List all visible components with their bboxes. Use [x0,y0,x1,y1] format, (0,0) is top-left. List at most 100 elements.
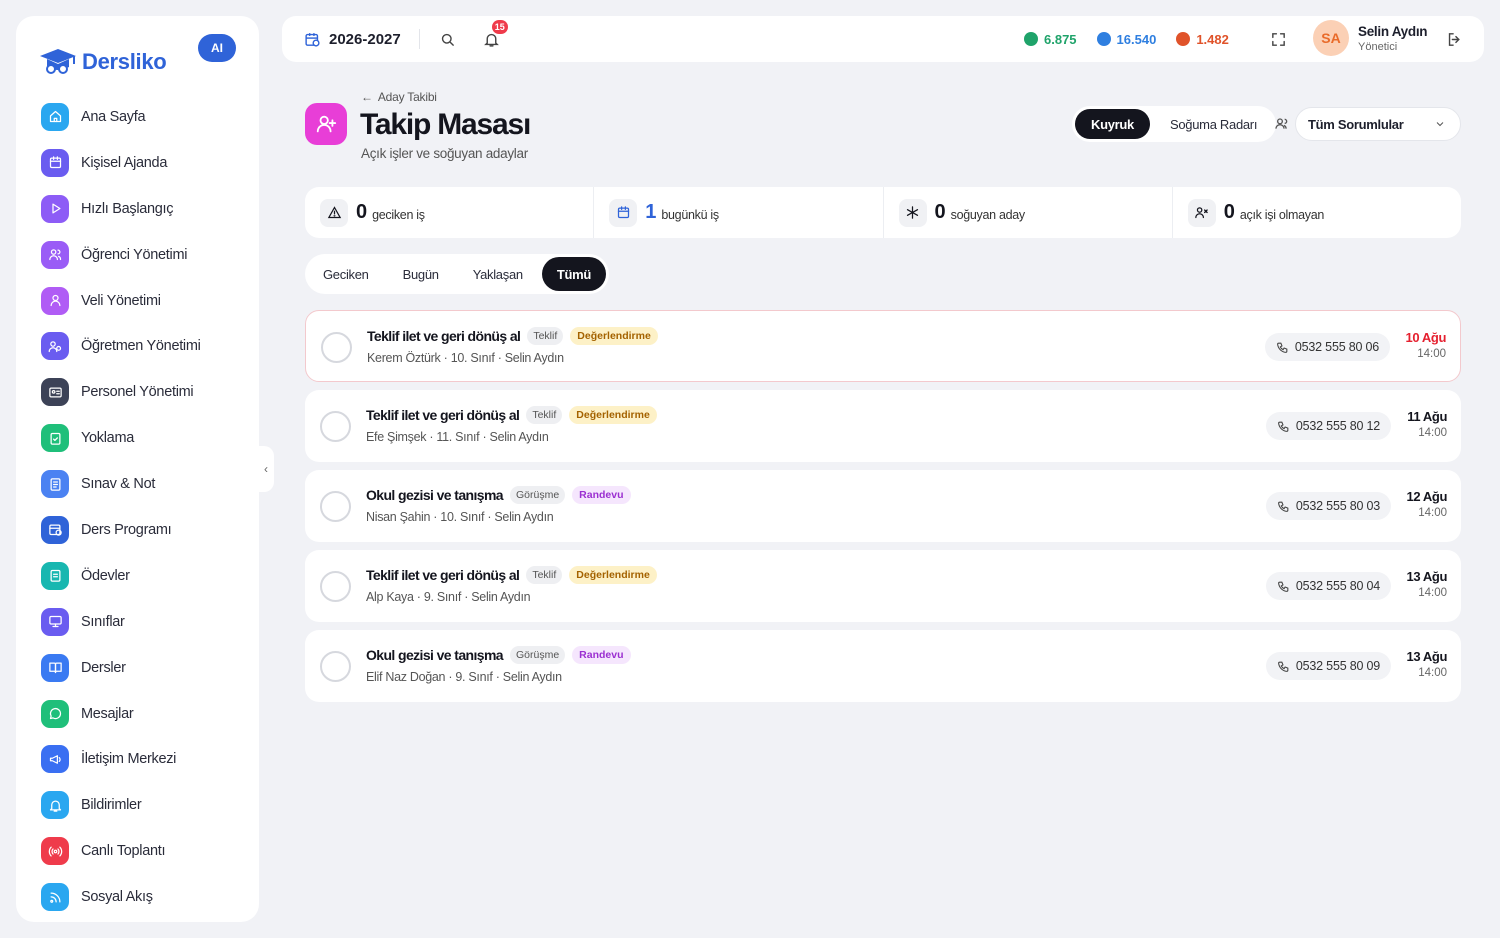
points-stat-value: 16.540 [1116,31,1157,47]
summary-bar: 0 geciken iş 1 bugünkü iş 0 soğuyan aday 0 açık… [305,187,1461,238]
task-type-tag: Teklif [526,566,563,584]
sidebar-item-personel-yonetimi[interactable]: Personel Yönetimi [16,369,259,415]
breadcrumb[interactable]: ← Aday Takibi [361,90,437,104]
task-complete-checkbox[interactable] [321,332,352,363]
sidebar-item-label: Yoklama [81,430,134,447]
call-phone-button[interactable]: 0532 555 80 04 [1265,572,1391,600]
search-icon [442,33,455,46]
task-complete-checkbox[interactable] [320,411,351,442]
summary-acik-isi-olmayan[interactable]: 0 açık işi olmayan [1173,187,1461,238]
points-stat-value: 1.482 [1196,31,1229,47]
summary-soguyan-aday[interactable]: 0 soğuyan aday [884,187,1173,238]
task-title-row: Teklif ilet ve geri dönüş al Teklif Değerl… [366,406,657,424]
sidebar-item-ogrenci-yonetimi[interactable]: Öğrenci Yönetimi [16,232,259,278]
sidebar-item-kisisel-ajanda[interactable]: Kişisel Ajanda [16,140,259,186]
fullscreen-button[interactable] [1268,29,1288,49]
summary-label: geciken iş [372,207,425,222]
task-due-time: 14:00 [1418,507,1447,519]
tab-yaklasan[interactable]: Yaklaşan [458,257,538,291]
task-row[interactable]: Teklif ilet ve geri dönüş al Teklif Değerl… [305,310,1461,382]
task-title-row: Okul gezisi ve tanışma Görüşme Randevu [366,646,631,664]
search-button[interactable] [438,29,458,49]
sidebar-item-hizli-baslangic[interactable]: Hızlı Başlangıç [16,186,259,232]
notifications-button[interactable]: 15 [482,20,508,49]
call-phone-button[interactable]: 0532 555 80 12 [1265,412,1391,440]
sidebar-item-ogretmen-yonetimi[interactable]: Öğretmen Yönetimi [16,323,259,369]
task-row[interactable]: Okul gezisi ve tanışma Görüşme Randevu Elif… [305,630,1461,702]
task-meta: Efe Şimşek · 11. Sınıf · Selin Aydın [366,430,549,444]
task-title: Teklif ilet ve geri dönüş al [366,407,520,423]
view-cooling-radar-button[interactable]: Soğuma Radarı [1154,109,1273,139]
task-stage-tag: Randevu [572,646,631,664]
summary-geciken-is[interactable]: 0 geciken iş [305,187,595,238]
breadcrumb-link: Aday Takibi [377,90,437,104]
points-stat[interactable]: 16.540 [1096,31,1157,47]
sidebar-item-veli-yonetimi[interactable]: Veli Yönetimi [16,278,259,324]
phone-number: 0532 555 80 03 [1295,499,1380,513]
brand-logo[interactable]: Dersliko [38,46,167,78]
calendar-clock-icon [305,32,320,47]
task-stage-tag: Randevu [572,486,631,504]
sidebar-nav: Ana Sayfa Kişisel Ajanda Hızlı Başlangıç Öğ… [16,94,259,920]
sidebar-item-dersler[interactable]: Dersler [16,645,259,691]
users-icon [1274,116,1290,137]
call-phone-button[interactable]: 0532 555 80 03 [1265,492,1391,520]
sidebar-item-canli-toplanti[interactable]: Canlı Toplantı [16,828,259,874]
users-icon [41,240,69,269]
ai-button[interactable]: AI [198,34,236,62]
points-stat[interactable]: 1.482 [1176,32,1229,47]
task-complete-checkbox[interactable] [320,571,351,602]
sidebar-item-ders-programi[interactable]: Ders Programı [16,507,259,553]
sidebar-item-ana-sayfa[interactable]: Ana Sayfa [16,94,259,140]
sidebar-item-yoklama[interactable]: Yoklama [16,415,259,461]
filter-tabs: Geciken Bugün Yaklaşan Tümü [305,254,609,294]
academic-year: 2026-2027 [329,30,401,48]
task-due-date: 10 Ağu [1405,330,1447,345]
task-type-tag: Görüşme [509,646,566,664]
homework-icon [41,561,69,590]
sidebar-item-label: Öğretmen Yönetimi [81,338,201,355]
call-phone-button[interactable]: 0532 555 80 09 [1265,652,1391,680]
task-meta: Nisan Şahin · 10. Sınıf · Selin Aydın [366,510,554,524]
gem-blue-icon [1096,32,1111,46]
sidebar-collapse-button[interactable]: ‹ [258,446,274,492]
task-row[interactable]: Teklif ilet ve geri dönüş al Teklif Değerl… [305,390,1461,462]
sidebar-item-label: Dersler [81,659,126,676]
task-due-time: 14:00 [1418,427,1447,439]
sidebar-item-label: Sosyal Akış [81,889,153,906]
responsible-filter-select[interactable]: Tüm Sorumlular [1295,107,1461,141]
tab-bugun[interactable]: Bugün [388,257,454,291]
task-complete-checkbox[interactable] [320,491,351,522]
fire-icon [1176,32,1191,46]
points-stat[interactable]: 6.875 [1024,32,1077,47]
sidebar-item-siniflar[interactable]: Sınıflar [16,599,259,645]
sidebar-item-bildirimler[interactable]: Bildirimler [16,782,259,828]
task-row[interactable]: Teklif ilet ve geri dönüş al Teklif Değerl… [305,550,1461,622]
user-menu[interactable]: SA Selin Aydın Yönetici [1313,20,1428,56]
view-queue-button[interactable]: Kuyruk [1075,109,1150,139]
tab-tumu[interactable]: Tümü [541,257,606,291]
task-row[interactable]: Okul gezisi ve tanışma Görüşme Randevu Nisa… [305,470,1461,542]
sidebar-item-sinav-not[interactable]: Sınav & Not [16,461,259,507]
sidebar-item-i-letisim-merkezi[interactable]: İletişim Merkezi [16,736,259,782]
sidebar-item-label: Ödevler [81,567,130,584]
bell-icon [41,791,69,820]
sidebar-item-sosyal-akis[interactable]: Sosyal Akış [16,874,259,920]
sidebar-item-odevler[interactable]: Ödevler [16,553,259,599]
sidebar-item-label: İletişim Merkezi [81,751,177,768]
tab-geciken[interactable]: Geciken [308,257,384,291]
call-phone-button[interactable]: 0532 555 80 06 [1264,333,1390,361]
sidebar-item-label: Öğrenci Yönetimi [81,246,188,263]
academic-year-selector[interactable]: 2026-2027 [304,31,401,48]
task-complete-checkbox[interactable] [320,651,351,682]
user-name: Selin Aydın [1358,23,1428,39]
points-stat-value: 6.875 [1044,31,1077,47]
task-due-date: 13 Ağu [1406,649,1448,664]
summary-bugunku-is[interactable]: 1 bugünkü iş [594,187,884,238]
sidebar-item-label: Bildirimler [81,797,142,814]
parent-icon [41,286,69,315]
logout-button[interactable] [1444,29,1464,49]
sidebar-item-mesajlar[interactable]: Mesajlar [16,691,259,737]
task-type-tag: Görüşme [509,486,566,504]
phone-icon [1276,342,1288,353]
